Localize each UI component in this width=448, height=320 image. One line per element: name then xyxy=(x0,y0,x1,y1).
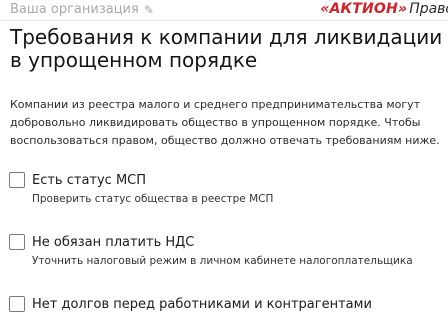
brand-logo-text: «АКТИОН» xyxy=(320,1,408,17)
organization-selector[interactable]: Ваша организация ✎ xyxy=(10,2,154,17)
brand-logo[interactable]: «АКТИОН» Право xyxy=(320,1,448,17)
requirement-no-debts: Нет долгов перед работниками и контраген… xyxy=(9,296,372,312)
page-title: Требования к компании для ликвидации в у… xyxy=(10,25,443,72)
checkbox-icon[interactable] xyxy=(9,234,25,250)
pencil-icon[interactable]: ✎ xyxy=(144,3,154,17)
requirement-msp-status: Есть статус МСП Проверить статус обществ… xyxy=(9,172,273,205)
checkbox-icon[interactable] xyxy=(9,172,25,188)
requirement-label[interactable]: Не обязан платить НДС xyxy=(32,235,194,250)
check-tax-regime-link[interactable]: Уточнить налоговый режим в личном кабине… xyxy=(32,255,413,267)
requirement-label[interactable]: Есть статус МСП xyxy=(32,173,146,188)
requirement-no-vat: Не обязан платить НДС Уточнить налоговый… xyxy=(9,234,413,267)
requirement-msp-checkbox-row[interactable]: Есть статус МСП xyxy=(9,172,273,188)
check-msp-registry-link[interactable]: Проверить статус общества в реестре МСП xyxy=(32,193,273,205)
top-bar: Ваша организация ✎ «АКТИОН» Право xyxy=(0,0,448,22)
requirement-no-vat-checkbox-row[interactable]: Не обязан платить НДС xyxy=(9,234,413,250)
organization-name[interactable]: Ваша организация xyxy=(10,2,139,17)
requirement-no-debts-checkbox-row[interactable]: Нет долгов перед работниками и контраген… xyxy=(9,296,372,312)
intro-text: Компании из реестра малого и среднего пр… xyxy=(10,98,440,147)
brand-product-name: Право xyxy=(409,1,448,17)
checkbox-icon[interactable] xyxy=(9,296,25,312)
requirement-label[interactable]: Нет долгов перед работниками и контраген… xyxy=(32,297,372,312)
header-divider xyxy=(0,20,448,21)
